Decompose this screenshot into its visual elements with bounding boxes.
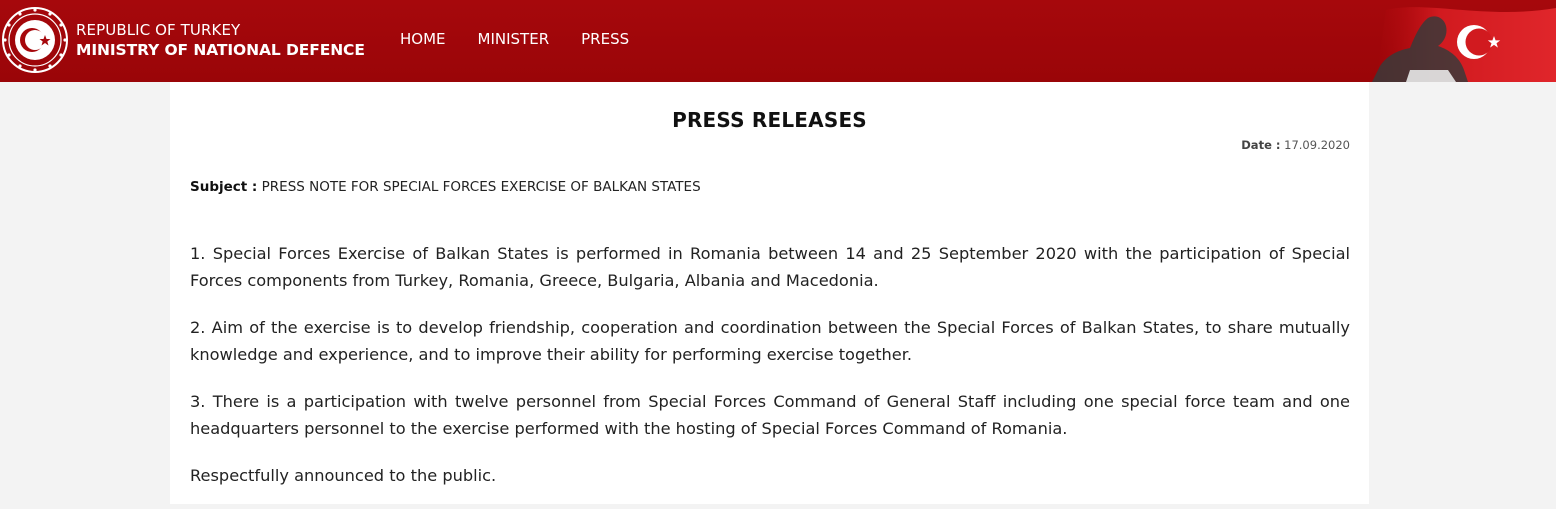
subject-value: PRESS NOTE FOR SPECIAL FORCES EXERCISE O… <box>261 179 701 195</box>
release-date: Date : 17.09.2020 <box>1241 138 1350 152</box>
nav-minister-link[interactable]: MINISTER <box>478 30 550 48</box>
release-body: 1. Special Forces Exercise of Balkan Sta… <box>190 240 1350 509</box>
press-release-panel: PRESS RELEASES Date : 17.09.2020 Subject… <box>170 82 1369 504</box>
paragraph-2: 2. Aim of the exercise is to develop fri… <box>190 318 1350 364</box>
brand-line-ministry: MINISTRY OF NATIONAL DEFENCE <box>76 41 365 59</box>
flag-banner-image <box>1372 7 1556 82</box>
paragraph-3: 3. There is a participation with twelve … <box>190 392 1350 438</box>
closing-line: Respectfully announced to the public. <box>190 466 497 485</box>
ministry-emblem-icon[interactable] <box>1 4 69 76</box>
date-value: 17.09.2020 <box>1284 138 1350 152</box>
site-header: REPUBLIC OF TURKEY MINISTRY OF NATIONAL … <box>0 0 1556 82</box>
nav-home-link[interactable]: HOME <box>400 30 446 48</box>
brand-title[interactable]: REPUBLIC OF TURKEY MINISTRY OF NATIONAL … <box>76 20 365 60</box>
brand-line-country: REPUBLIC OF TURKEY <box>76 21 241 39</box>
paragraph-1: 1. Special Forces Exercise of Balkan Sta… <box>190 244 1350 290</box>
main-nav: HOME MINISTER PRESS <box>400 30 661 48</box>
subject-label: Subject : <box>190 179 258 195</box>
nav-press-link[interactable]: PRESS <box>581 30 629 48</box>
page-title: PRESS RELEASES <box>672 108 867 132</box>
date-label: Date : <box>1241 138 1281 152</box>
release-subject: Subject : PRESS NOTE FOR SPECIAL FORCES … <box>190 179 701 195</box>
